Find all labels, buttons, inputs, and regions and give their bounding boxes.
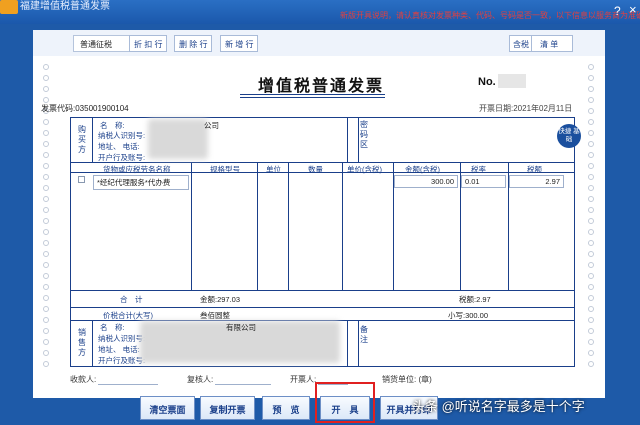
item-rate-select[interactable]: 0.01 [461, 175, 506, 188]
seller-bank-label: 开户行及账号: [98, 356, 146, 365]
clear-ticket-button[interactable]: 清空票面 [140, 396, 195, 420]
buyer-addr-label: 地址、 电话: [98, 142, 140, 151]
toolbar: 普通征税▼ 折 扣 行 删 除 行 新 增 行 含税开 清 单 [33, 30, 605, 56]
reviewer-label: 复核人: [187, 375, 214, 384]
tax-included-label: 含税 [513, 40, 529, 49]
payee-input[interactable] [98, 374, 158, 385]
title-underline-2 [240, 97, 385, 98]
buyer-bank-label: 开户行及账号: [98, 153, 146, 162]
seller-taxid-label: 纳税人识别号: [98, 334, 146, 343]
total-tax: 税额:2.97 [459, 295, 491, 304]
col-unit: 单位 [266, 165, 281, 174]
price-tax-words: 叁佰圆整 [200, 311, 230, 320]
close-icon[interactable]: × [629, 2, 637, 17]
preview-button[interactable]: 预 览 [262, 396, 310, 420]
total-amount: 金额:297.03 [200, 295, 241, 304]
grid-line [191, 162, 192, 290]
watermark: 头条 @听说名字最多是十个字 [412, 399, 585, 414]
buyer-info-redacted [148, 119, 208, 159]
title-bar: 福建增值税普通发票 新版开具说明，请认真核对发票种类、代码、号码是否一致，以下信… [0, 0, 640, 24]
buyer-taxid-label: 纳税人识别号: [98, 131, 146, 140]
grid-line [70, 290, 575, 291]
quick-basic-button[interactable]: 快捷 基础 [557, 124, 581, 148]
list-button[interactable]: 清 单 [531, 35, 573, 52]
invoice-code: 发票代码:035001900104 [41, 104, 129, 113]
col-goods-name: 货物或应税劳务名称 [103, 165, 171, 174]
buyer-side-label: 购买方 [78, 125, 86, 154]
price-tax-label: 价税合计(大写) [103, 311, 153, 320]
grid-line [347, 320, 348, 367]
invoice-title: 增值税普通发票 [258, 78, 385, 95]
remark-label: 备注 [360, 325, 368, 344]
reviewer-input[interactable] [215, 374, 271, 385]
seller-side-label: 销售方 [78, 328, 86, 357]
total-label: 合 计 [120, 295, 143, 304]
col-unit-price: 单价(含税) [347, 165, 382, 174]
grid-line [70, 162, 575, 163]
grid-line [358, 117, 359, 162]
discount-row-button[interactable]: 折 扣 行 [129, 35, 168, 52]
grid-line [92, 117, 93, 162]
col-tax: 税额 [527, 165, 542, 174]
grid-line [358, 320, 359, 367]
row-checkbox[interactable] [78, 176, 85, 183]
col-spec: 规格型号 [210, 165, 240, 174]
payee-label: 收款人: [70, 375, 97, 384]
col-tax-rate: 税率 [471, 165, 486, 174]
col-quantity: 数量 [308, 165, 323, 174]
col-amount: 金额(含税) [405, 165, 440, 174]
perforation-right [585, 64, 597, 384]
add-row-button[interactable]: 新 增 行 [220, 35, 259, 52]
seller-company-suffix: 有限公司 [226, 323, 256, 332]
grid-line [342, 162, 343, 290]
seller-name-label: 名 称: [100, 323, 125, 332]
grid-line [257, 162, 258, 290]
window-title: 福建增值税普通发票 [20, 1, 110, 12]
invoice-number-label: No. [478, 76, 496, 88]
highlight-box [315, 382, 375, 423]
item-amount-field[interactable]: 300.00 [394, 175, 458, 188]
grid-line [288, 162, 289, 290]
price-tax-small: 小写:300.00 [448, 311, 489, 320]
grid-line [92, 320, 93, 367]
notice-text: 新版开具说明，请认真核对发票种类、代码、号码是否一致，以下信息以服务商为准确发票 [340, 11, 640, 20]
invoice-number-redacted [498, 74, 526, 88]
seller-addr-label: 地址、 电话: [98, 345, 140, 354]
grid-line [347, 117, 348, 162]
copy-issue-button[interactable]: 复制开票 [200, 396, 255, 420]
help-icon[interactable]: ? [614, 4, 621, 18]
buyer-company-suffix: 公司 [204, 121, 219, 130]
issuer-label: 开票人: [290, 375, 317, 384]
password-area-label: 密码区 [360, 120, 368, 149]
title-underline [240, 94, 385, 95]
invoice-date: 开票日期:2021年02月11日 [479, 104, 573, 113]
item-name-field[interactable]: *经纪代理服务*代办费 [93, 175, 189, 190]
seller-unit-label: 销货单位: (章) [382, 375, 432, 384]
grid-line [70, 307, 575, 308]
tax-type-value: 普通征税 [80, 40, 112, 49]
delete-row-button[interactable]: 删 除 行 [174, 35, 213, 52]
app-logo-icon [0, 0, 18, 14]
item-tax-field[interactable]: 2.97 [509, 175, 564, 188]
